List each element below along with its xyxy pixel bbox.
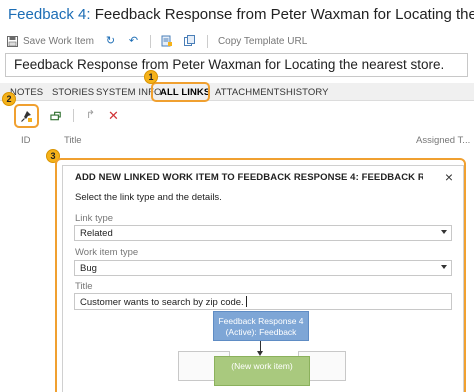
undo-button[interactable]: ↶ xyxy=(127,35,140,48)
toolbar-separator xyxy=(149,34,151,48)
source-work-item-node: Feedback Response 4 (Active): Feedback xyxy=(213,311,309,341)
tab-attachments[interactable]: ATTACHMENTS xyxy=(215,87,286,98)
tab-stories[interactable]: STORIES xyxy=(52,87,94,98)
copy-button[interactable] xyxy=(184,35,197,48)
new-item-title-value: Customer wants to search by zip code. xyxy=(80,297,244,308)
link-existing-icon[interactable] xyxy=(50,109,63,122)
save-work-item-button[interactable]: Save Work Item xyxy=(6,35,94,48)
dialog-title: ADD NEW LINKED WORK ITEM TO FEEDBACK RES… xyxy=(75,172,423,183)
copy-icon xyxy=(184,35,197,48)
save-work-item-label: Save Work Item xyxy=(23,35,94,47)
column-id[interactable]: ID xyxy=(21,135,31,146)
work-item-toolbar: Save Work Item ↻ ↶ Copy Template URL xyxy=(6,32,317,50)
link-type-select[interactable]: Related xyxy=(74,225,452,241)
work-item-type-select[interactable]: Bug xyxy=(74,260,452,276)
add-linked-work-item-dialog: ADD NEW LINKED WORK ITEM TO FEEDBACK RES… xyxy=(62,165,464,392)
dropdown-arrow-icon xyxy=(441,230,447,234)
link-tools-separator xyxy=(73,109,74,122)
all-links-highlight xyxy=(151,82,210,102)
open-link-icon[interactable]: ↱ xyxy=(84,109,97,122)
refresh-button[interactable]: ↻ xyxy=(104,35,117,48)
template-icon xyxy=(161,35,174,48)
dropdown-arrow-icon xyxy=(441,265,447,269)
save-icon xyxy=(6,35,19,48)
link-tools: ↱ ✕ xyxy=(50,109,120,122)
tab-history[interactable]: HISTORY xyxy=(286,87,329,98)
link-type-label: Link type xyxy=(75,213,114,224)
title-field[interactable]: Feedback Response from Peter Waxman for … xyxy=(5,53,468,77)
template-button[interactable] xyxy=(161,35,174,48)
copy-template-url-label: Copy Template URL xyxy=(217,35,308,47)
toolbar-separator xyxy=(206,34,208,48)
callout-1: 1 xyxy=(144,70,158,84)
column-assigned-to[interactable]: Assigned T... xyxy=(416,135,470,146)
new-node-label: (New work item) xyxy=(231,361,293,371)
close-icon[interactable]: × xyxy=(445,169,453,185)
new-item-title-input[interactable]: Customer wants to search by zip code. xyxy=(74,293,452,310)
copy-template-url-button[interactable]: Copy Template URL xyxy=(218,36,307,47)
title-label: Title xyxy=(75,281,93,292)
source-node-line-1: Feedback Response 4 xyxy=(218,316,304,326)
work-item-type-link[interactable]: Feedback 4: xyxy=(8,6,91,23)
source-node-line-2: (Active): Feedback xyxy=(225,327,297,337)
new-work-item-node: (New work item) xyxy=(214,356,310,386)
work-item-title: Feedback Response from Peter Waxman for … xyxy=(94,6,474,23)
work-item-header: Feedback 4: Feedback Response from Peter… xyxy=(8,6,474,23)
callout-2: 2 xyxy=(2,92,16,106)
refresh-icon: ↻ xyxy=(105,34,116,47)
work-item-type-value: Bug xyxy=(80,263,97,274)
link-type-value: Related xyxy=(80,228,113,239)
undo-icon: ↶ xyxy=(128,34,139,47)
text-caret xyxy=(245,296,247,307)
new-linked-work-item-button[interactable] xyxy=(14,104,39,128)
delete-link-icon[interactable]: ✕ xyxy=(107,109,120,122)
dialog-subtitle: Select the link type and the details. xyxy=(75,192,222,203)
new-linked-work-item-icon xyxy=(20,110,33,123)
column-title[interactable]: Title xyxy=(64,135,82,146)
tab-strip: NOTES STORIES SYSTEM INFO ALL LINKS ATTA… xyxy=(0,83,474,101)
work-item-type-label: Work item type xyxy=(75,247,139,258)
